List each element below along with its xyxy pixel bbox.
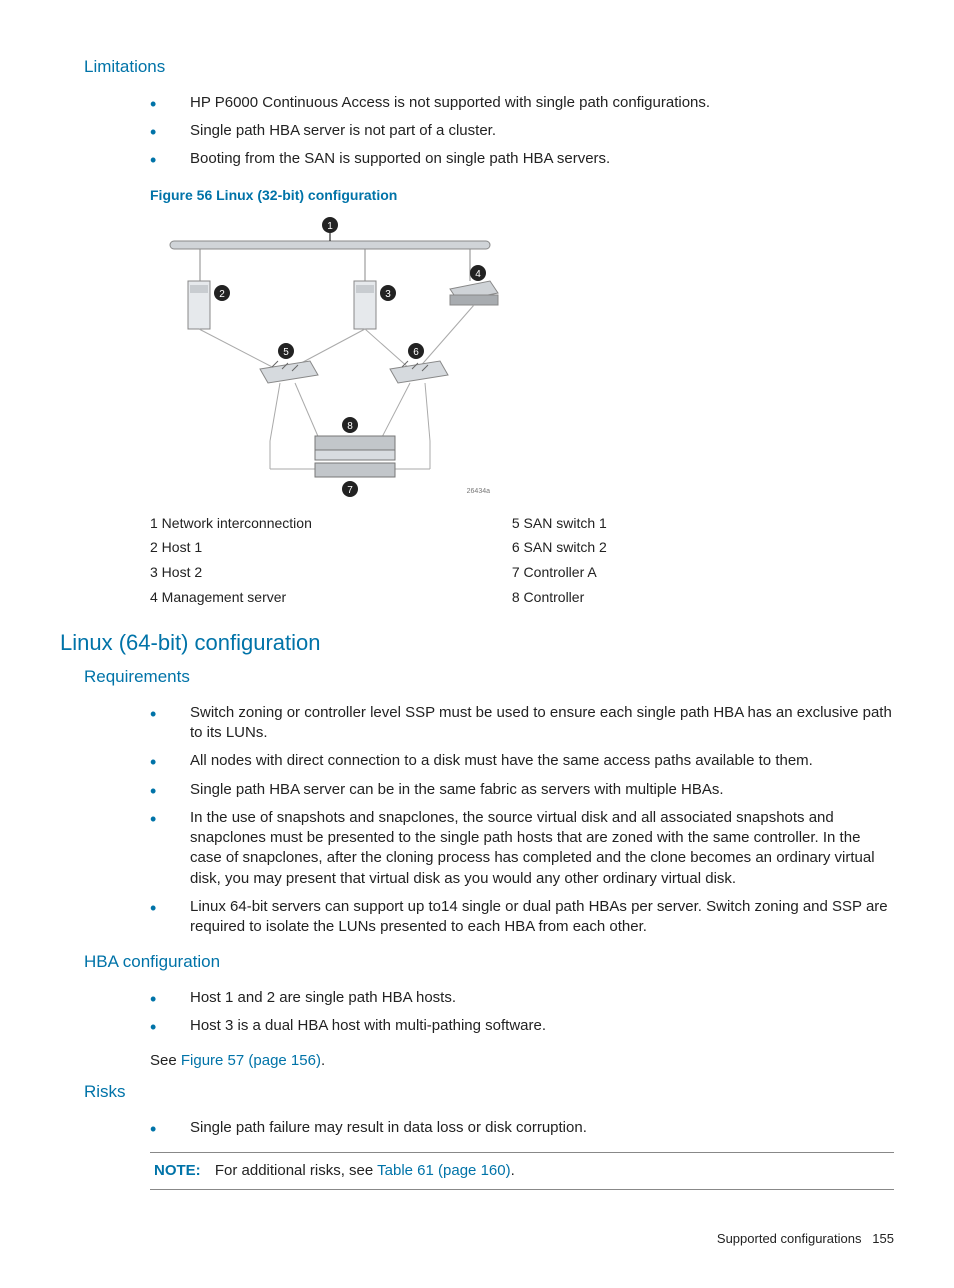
legend-item: 3 Host 2	[150, 560, 312, 585]
note-box: NOTE: For additional risks, see Table 61…	[150, 1152, 894, 1190]
list-item: Single path HBA server is not part of a …	[150, 117, 894, 145]
list-item: HP P6000 Continuous Access is not suppor…	[150, 89, 894, 117]
list-item: Host 3 is a dual HBA host with multi-pat…	[150, 1012, 894, 1040]
list-item: In the use of snapshots and snapclones, …	[150, 804, 894, 893]
requirements-heading: Requirements	[84, 666, 894, 689]
legend-item: 4 Management server	[150, 585, 312, 610]
requirements-list: Switch zoning or controller level SSP mu…	[150, 699, 894, 942]
list-item: Host 1 and 2 are single path HBA hosts.	[150, 984, 894, 1012]
diagram-id-label: 26434a	[467, 488, 490, 495]
hba-list: Host 1 and 2 are single path HBA hosts. …	[150, 984, 894, 1041]
linux64-heading: Linux (64-bit) configuration	[60, 628, 894, 658]
legend-item: 7 Controller A	[512, 560, 607, 585]
note-prefix: For additional risks, see	[215, 1162, 377, 1179]
svg-text:5: 5	[283, 347, 289, 358]
svg-text:2: 2	[219, 289, 225, 300]
svg-text:8: 8	[347, 421, 353, 432]
limitations-list: HP P6000 Continuous Access is not suppor…	[150, 89, 894, 174]
svg-text:1: 1	[327, 221, 333, 232]
svg-text:3: 3	[385, 289, 391, 300]
see-prefix: See	[150, 1052, 181, 1069]
legend-item: 8 Controller	[512, 585, 607, 610]
legend-item: 6 SAN switch 2	[512, 535, 607, 560]
risks-list: Single path failure may result in data l…	[150, 1114, 894, 1142]
table61-link[interactable]: Table 61 (page 160)	[377, 1162, 510, 1179]
hba-heading: HBA configuration	[84, 951, 894, 974]
list-item: Single path failure may result in data l…	[150, 1114, 894, 1142]
figure56-diagram: 1 2 3 4 5 6 8 7 26434a	[150, 211, 894, 501]
see-suffix: .	[321, 1052, 325, 1069]
list-item: All nodes with direct connection to a di…	[150, 747, 894, 775]
figure56-legend: 1 Network interconnection 2 Host 1 3 Hos…	[150, 511, 894, 611]
note-suffix: .	[511, 1162, 515, 1179]
footer-page: 155	[872, 1231, 894, 1246]
limitations-heading: Limitations	[84, 56, 894, 79]
legend-item: 5 SAN switch 1	[512, 511, 607, 536]
list-item: Switch zoning or controller level SSP mu…	[150, 699, 894, 748]
see-figure-line: See Figure 57 (page 156).	[150, 1051, 894, 1071]
svg-text:7: 7	[347, 485, 353, 496]
list-item: Linux 64-bit servers can support up to14…	[150, 893, 894, 942]
list-item: Single path HBA server can be in the sam…	[150, 776, 894, 804]
svg-text:6: 6	[413, 347, 419, 358]
svg-text:4: 4	[475, 269, 481, 280]
footer-text: Supported configurations	[717, 1231, 862, 1246]
legend-item: 1 Network interconnection	[150, 511, 312, 536]
figure56-caption: Figure 56 Linux (32-bit) configuration	[150, 186, 894, 205]
list-item: Booting from the SAN is supported on sin…	[150, 145, 894, 173]
figure57-link[interactable]: Figure 57 (page 156)	[181, 1052, 321, 1069]
page-footer: Supported configurations 155	[60, 1230, 894, 1248]
note-label: NOTE:	[154, 1162, 201, 1179]
risks-heading: Risks	[84, 1081, 894, 1104]
legend-item: 2 Host 1	[150, 535, 312, 560]
